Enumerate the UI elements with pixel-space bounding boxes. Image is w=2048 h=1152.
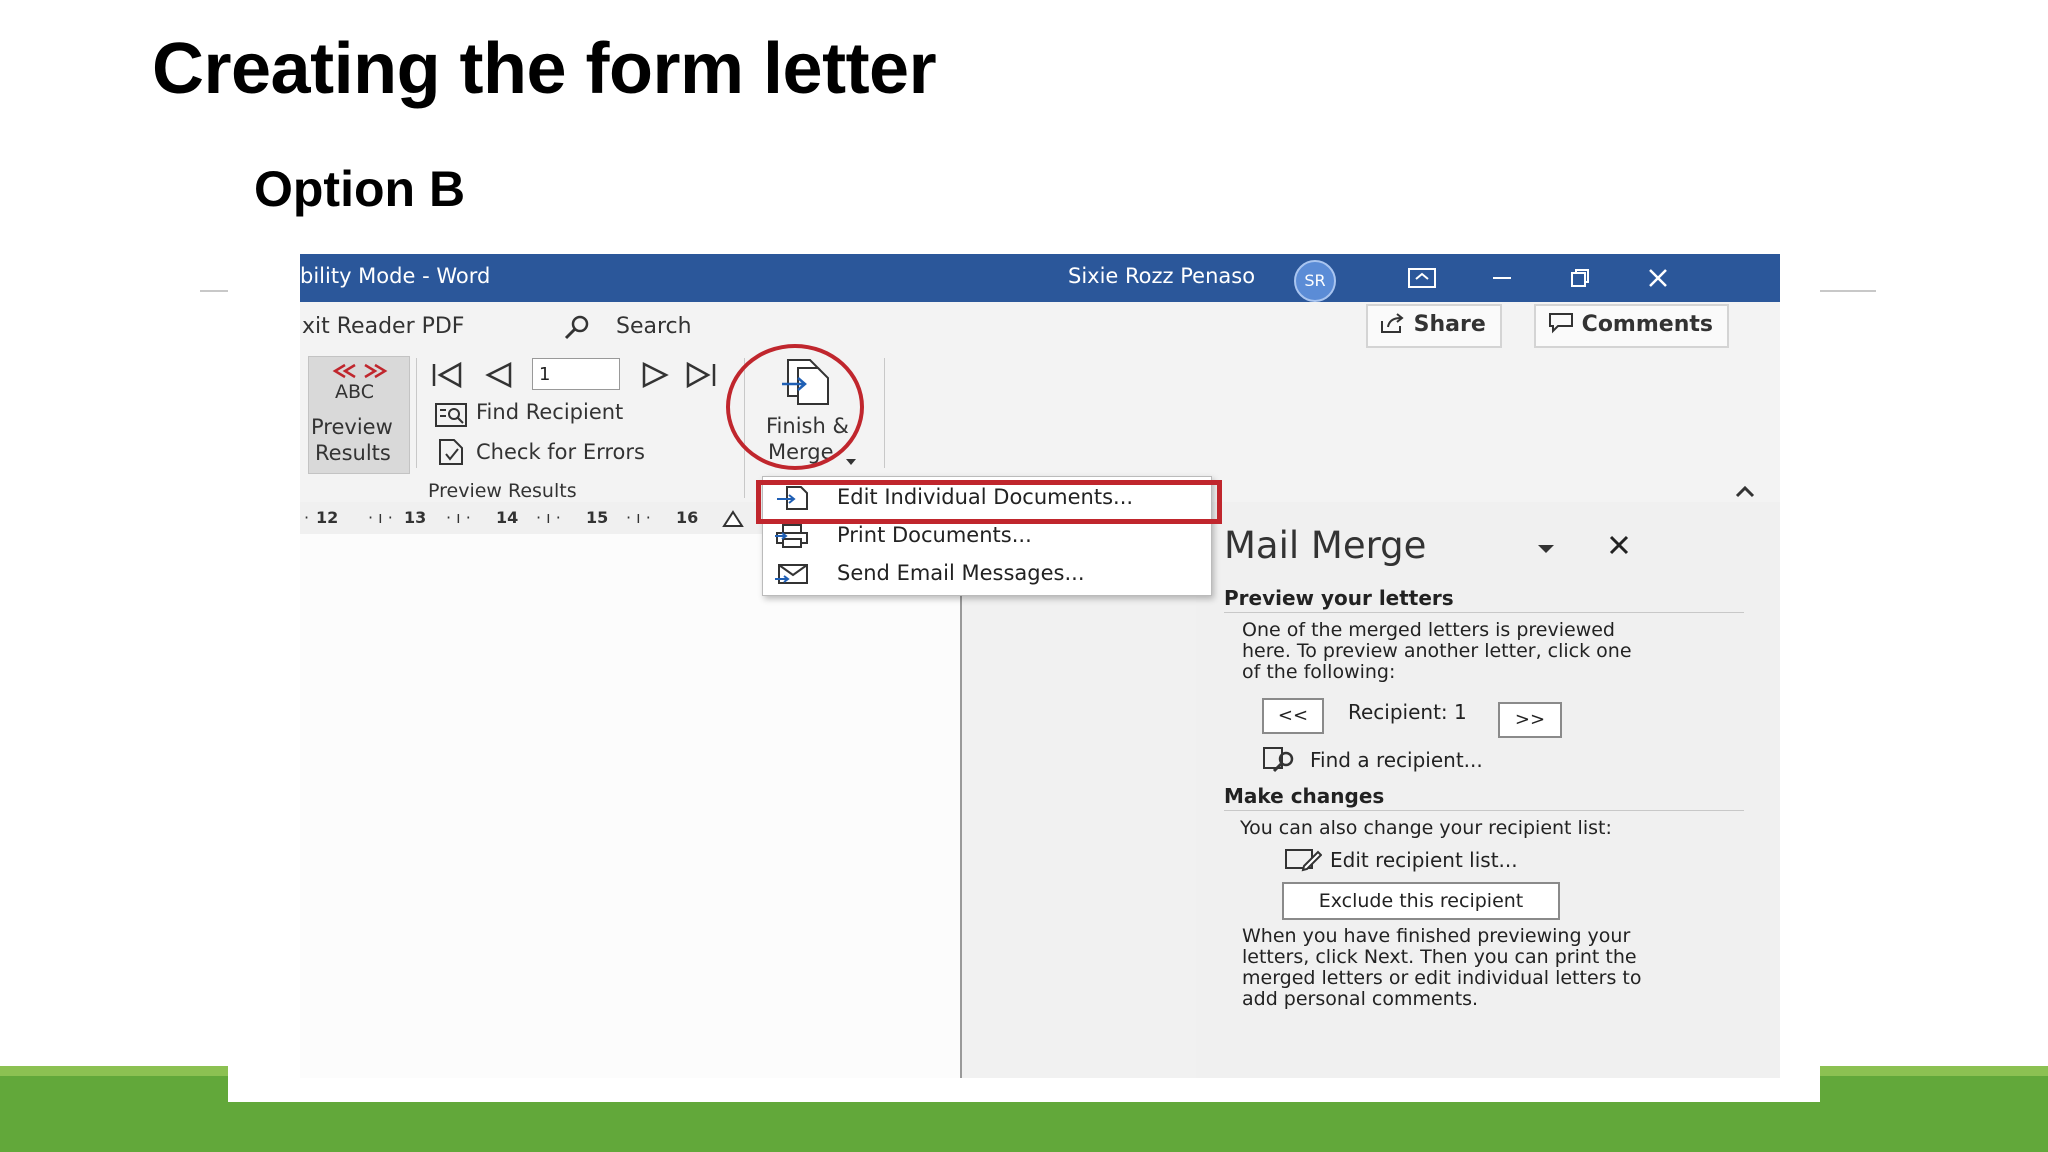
edit-list-icon (1284, 846, 1323, 876)
check-errors-icon (436, 438, 468, 470)
ruler-tick: 12 (316, 508, 339, 527)
indent-marker-icon[interactable] (722, 510, 744, 532)
preview-label-line2: Results (315, 441, 391, 465)
divider-left (200, 290, 228, 292)
menu-item-label: Print Documents... (837, 523, 1032, 547)
mail-merge-pane: Mail Merge Preview your letters One of t… (1196, 502, 1780, 1078)
ruler-tick: 16 (676, 508, 699, 527)
next-record-icon[interactable] (638, 360, 672, 396)
close-pane-icon[interactable] (1608, 534, 1630, 560)
check-errors-label: Check for Errors (476, 440, 645, 464)
user-name[interactable]: Sixie Rozz Penaso (1068, 264, 1255, 288)
ruler-tick: 14 (496, 508, 519, 527)
restore-icon[interactable] (1556, 260, 1604, 296)
find-recipient-pane-icon (1262, 746, 1298, 778)
ribbon-group-label: Preview Results (428, 480, 577, 502)
heading-rule (1224, 612, 1744, 613)
highlight-rectangle (756, 480, 1222, 524)
ribbon-display-icon[interactable] (1398, 260, 1446, 296)
recipient-label: Recipient: 1 (1348, 700, 1467, 724)
exclude-recipient-button[interactable]: Exclude this recipient (1282, 882, 1560, 920)
ruler-dots: · (304, 508, 310, 527)
pane-title: Mail Merge (1224, 524, 1427, 567)
ribbon-divider (884, 358, 885, 468)
previous-recipient-button[interactable]: << (1262, 698, 1324, 734)
pane-options-icon[interactable] (1536, 540, 1556, 559)
document-area[interactable] (300, 534, 960, 1078)
preview-heading: Preview your letters (1224, 586, 1454, 610)
search-icon[interactable] (562, 314, 592, 346)
ribbon-divider (416, 358, 417, 468)
slide-title: Creating the form letter (152, 29, 937, 109)
menu-item-send-email[interactable]: Send Email Messages... (763, 555, 1211, 593)
record-number-input[interactable]: 1 (532, 358, 620, 390)
ruler-dots: · ı · (446, 508, 471, 527)
ruler-dots: · ı · (626, 508, 651, 527)
ruler-dots: · ı · (536, 508, 561, 527)
preview-abc-label: ABC (335, 381, 374, 403)
slide-subtitle: Option B (254, 161, 466, 217)
divider-right (1820, 290, 1876, 292)
finish-desc-line: add personal comments. (1242, 988, 1479, 1010)
ruler-dots: · ı · (368, 508, 393, 527)
print-icon (775, 523, 809, 549)
next-recipient-button[interactable]: >> (1498, 702, 1562, 738)
comments-button[interactable]: Comments (1534, 304, 1729, 348)
share-label: Share (1413, 312, 1486, 337)
ruler-tick: 13 (404, 508, 427, 527)
preview-label-line1: Preview (311, 415, 393, 439)
close-window-icon[interactable] (1634, 260, 1682, 296)
first-record-icon[interactable] (430, 360, 466, 396)
finish-desc-line: letters, click Next. Then you can print … (1242, 946, 1637, 968)
comment-icon (1548, 312, 1582, 337)
preview-desc-line: of the following: (1242, 661, 1396, 683)
page-margin-area (960, 534, 1200, 1078)
collapse-ribbon-icon[interactable] (1734, 484, 1756, 503)
share-button[interactable]: Share (1366, 304, 1502, 348)
preview-arrows-icon (331, 363, 389, 383)
change-desc: You can also change your recipient list: (1240, 817, 1612, 839)
window-title: bility Mode - Word (300, 264, 491, 288)
word-screenshot: bility Mode - Word Sixie Rozz Penaso SR … (300, 252, 1780, 1078)
preview-results-button[interactable]: ABC Preview Results (308, 356, 410, 474)
email-icon (775, 561, 809, 587)
finish-desc-line: When you have finished previewing your (1242, 925, 1631, 947)
menu-item-label: Send Email Messages... (837, 561, 1085, 585)
preview-desc-line: One of the merged letters is previewed (1242, 619, 1615, 641)
search-box[interactable]: Search (616, 314, 692, 339)
heading-rule (1224, 810, 1744, 811)
share-icon (1380, 312, 1414, 337)
avatar[interactable]: SR (1294, 260, 1336, 302)
finish-desc-line: merged letters or edit individual letter… (1242, 967, 1642, 989)
last-record-icon[interactable] (682, 360, 718, 396)
title-bar: bility Mode - Word Sixie Rozz Penaso SR (300, 254, 1780, 302)
highlight-oval (726, 344, 864, 470)
ruler-tick: 15 (586, 508, 609, 527)
find-recipient-link[interactable]: Find a recipient... (1310, 750, 1483, 771)
tab-foxit-reader[interactable]: xit Reader PDF (302, 314, 464, 339)
comments-label: Comments (1581, 312, 1713, 337)
previous-record-icon[interactable] (482, 360, 516, 396)
find-recipient-label: Find Recipient (476, 400, 624, 424)
preview-desc-line: here. To preview another letter, click o… (1242, 640, 1632, 662)
minimize-icon[interactable] (1478, 260, 1526, 296)
make-changes-heading: Make changes (1224, 784, 1385, 808)
find-recipient-icon (434, 402, 468, 432)
chevron-down-icon (846, 452, 856, 471)
edit-recipient-list-link[interactable]: Edit recipient list... (1330, 850, 1518, 871)
